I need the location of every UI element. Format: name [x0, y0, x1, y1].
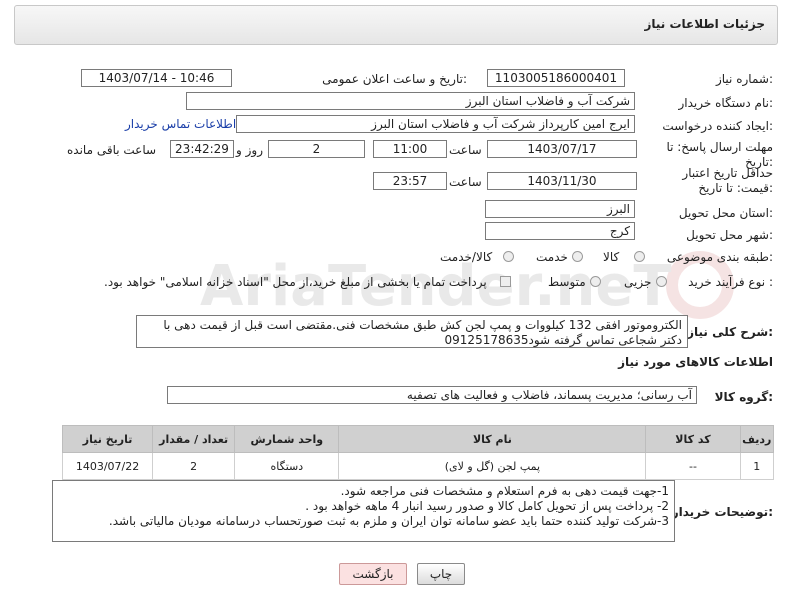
- treasury-payment-text: پرداخت تمام یا بخشی از مبلغ خرید،از محل …: [104, 275, 487, 289]
- category-label: طبقه بندی موضوعی:: [666, 250, 773, 264]
- col-unit: واحد شمارش: [234, 425, 340, 453]
- col-need-date: تاریخ نیاز: [61, 425, 154, 453]
- back-button[interactable]: بازگشت: [339, 563, 407, 585]
- cell-row: 1: [739, 452, 775, 480]
- col-row: ردیف: [739, 425, 775, 453]
- buyer-org-label: نام دستگاه خریدار:: [678, 96, 774, 110]
- announce-date-field[interactable]: 1403/07/14 - 10:46: [81, 69, 232, 87]
- need-number-field[interactable]: 1103005186000401: [487, 69, 625, 87]
- page-title: جزئیات اطلاعات نیاز: [644, 17, 765, 31]
- requester-label: ایجاد کننده درخواست:: [662, 119, 773, 133]
- buyer-notes-textarea[interactable]: 1-جهت قیمت دهی به فرم استعلام و مشخصات ف…: [52, 480, 675, 542]
- cell-unit: دستگاه: [234, 452, 340, 480]
- validity-time-field[interactable]: 23:57: [373, 172, 447, 190]
- reply-date-field[interactable]: 1403/07/17: [487, 140, 637, 158]
- reply-time-field[interactable]: 11:00: [373, 140, 447, 158]
- days-field[interactable]: 2: [268, 140, 365, 158]
- province-label: استان محل تحویل:: [678, 206, 773, 220]
- province-field[interactable]: البرز: [485, 200, 635, 218]
- cell-item-name: پمپ لجن (گل و لای): [338, 452, 647, 480]
- treasury-payment-checkbox[interactable]: [500, 276, 511, 287]
- category-option-goods: کالا: [603, 250, 620, 264]
- col-item-code: کد کالا: [645, 425, 741, 453]
- cell-item-code: --: [645, 452, 741, 480]
- category-radio-service[interactable]: [572, 251, 583, 262]
- process-option-minor: جزیی: [624, 275, 652, 289]
- cell-need-date: 1403/07/22: [61, 452, 154, 480]
- goods-section-title: اطلاعات کالاهای مورد نیاز: [618, 355, 773, 369]
- validity-label: حداقل تاریخ اعتبار قیمت: تا تاریخ:: [682, 166, 773, 195]
- buyer-note-line: 3-شرکت تولید کننده حتما باید عضو سامانه …: [108, 514, 669, 528]
- validity-date-field[interactable]: 1403/11/30: [487, 172, 637, 190]
- process-label: نوع فرآیند خرید :: [688, 275, 773, 289]
- summary-textarea[interactable]: الکتروموتور افقی 132 کیلووات و پمپ لجن ک…: [136, 315, 688, 348]
- col-quantity: تعداد / مقدار: [152, 425, 236, 453]
- category-option-service: خدمت: [536, 250, 568, 264]
- buyer-contact-link[interactable]: اطلاعات تماس خریدار: [125, 117, 236, 131]
- process-option-medium: متوسط: [548, 275, 586, 289]
- need-number-label: شماره نیاز:: [715, 72, 773, 86]
- days-label: روز و: [236, 143, 263, 157]
- buyer-note-line: 1-جهت قیمت دهی به فرم استعلام و مشخصات ف…: [340, 484, 669, 498]
- category-radio-goods-service[interactable]: [503, 251, 514, 262]
- category-radio-goods[interactable]: [634, 251, 645, 262]
- remaining-label: ساعت باقی مانده: [67, 143, 157, 157]
- validity-hour-label: ساعت: [449, 175, 482, 189]
- summary-label: شرح کلی نیاز:: [687, 325, 773, 339]
- requester-field[interactable]: ایرج امین کارپرداز شرکت آب و فاضلاب استا…: [236, 115, 635, 133]
- remaining-time-field[interactable]: 23:42:29: [170, 140, 234, 158]
- goods-group-label: گروه کالا:: [714, 390, 773, 404]
- goods-table-header: تاریخ نیاز تعداد / مقدار واحد شمارش نام …: [61, 425, 775, 453]
- category-option-goods-service: کالا/خدمت: [440, 250, 493, 264]
- goods-table: تاریخ نیاز تعداد / مقدار واحد شمارش نام …: [61, 425, 775, 480]
- cell-quantity: 2: [152, 452, 236, 480]
- process-radio-medium[interactable]: [590, 276, 601, 287]
- city-label: شهر محل تحویل:: [686, 228, 773, 242]
- process-radio-minor[interactable]: [656, 276, 667, 287]
- buyer-notes-label: توضیحات خریدار:: [671, 505, 773, 519]
- city-field[interactable]: کرج: [485, 222, 635, 240]
- col-item-name: نام کالا: [338, 425, 647, 453]
- buyer-note-line: 2- پرداخت پس از تحویل کامل کالا و صدور ر…: [305, 499, 669, 513]
- table-row[interactable]: 1403/07/22 2 دستگاه پمپ لجن (گل و لای) -…: [61, 452, 775, 480]
- reply-hour-label: ساعت: [449, 143, 482, 157]
- announce-date-label: تاریخ و ساعت اعلان عمومی:: [322, 72, 467, 86]
- header-panel: جزئیات اطلاعات نیاز: [14, 5, 778, 45]
- buyer-org-field[interactable]: شرکت آب و فاضلاب استان البرز: [186, 92, 635, 110]
- goods-group-field[interactable]: آب رسانی؛ مدیریت پسماند، فاضلاب و فعالیت…: [167, 386, 697, 404]
- print-button[interactable]: چاپ: [417, 563, 465, 585]
